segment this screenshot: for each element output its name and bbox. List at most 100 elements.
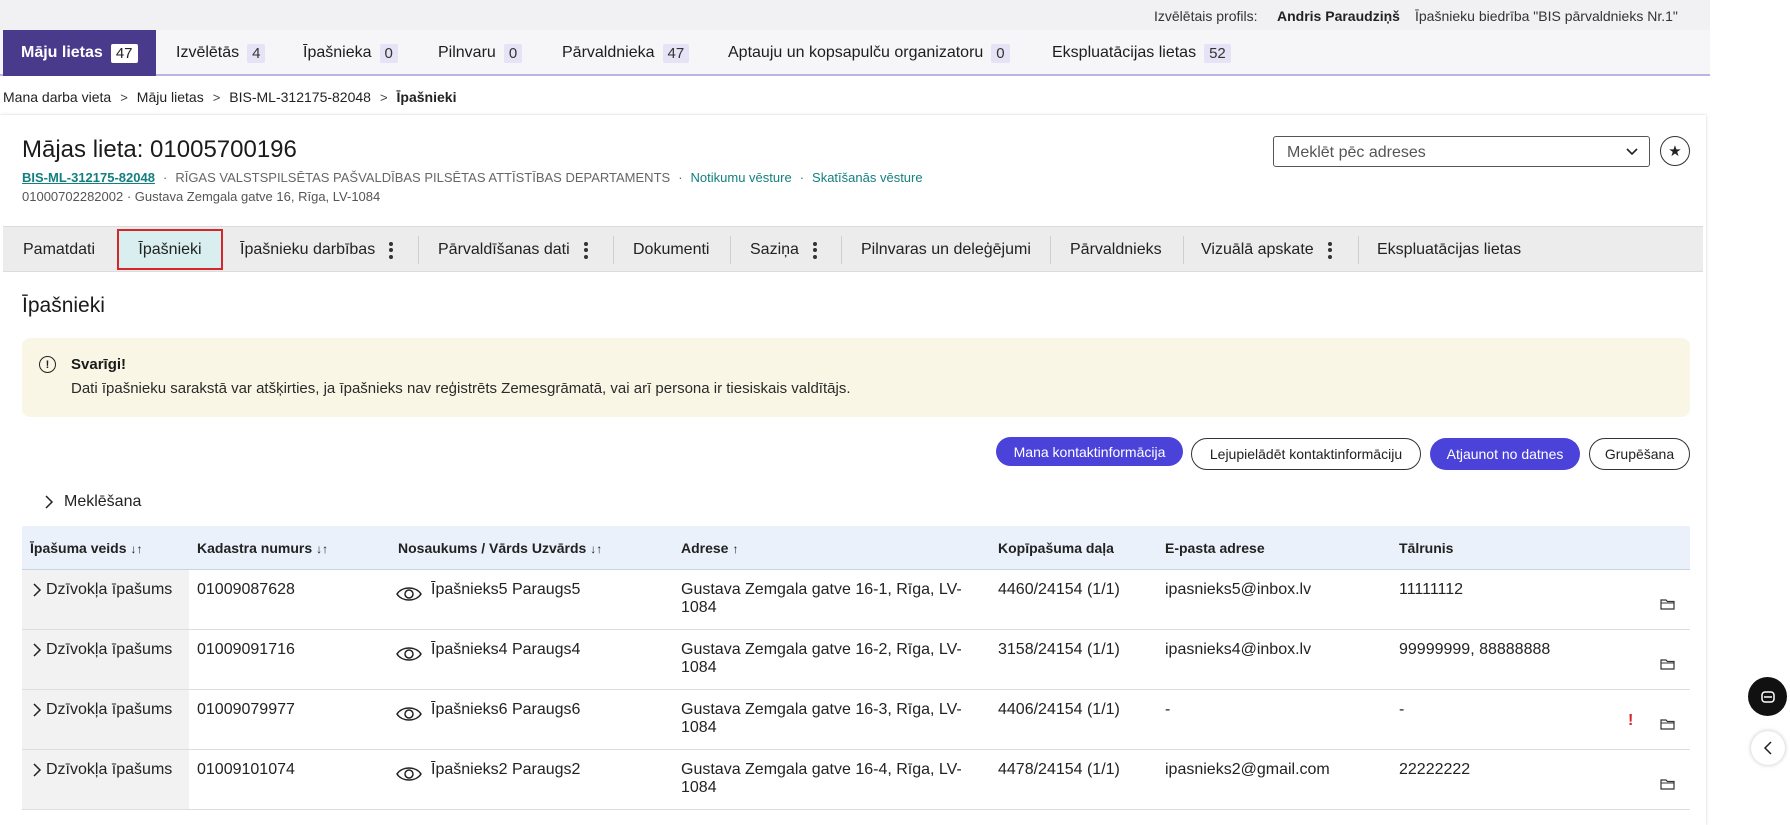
column-header-address[interactable]: Adrese ↑ xyxy=(681,540,738,556)
cell-name: Īpašnieks4 Paraugs4 xyxy=(431,641,581,658)
separator-dot: · xyxy=(799,170,805,185)
tab-parvaldisanas-dati[interactable]: Pārvaldīšanas dati xyxy=(438,227,588,273)
tab-label: Pilnvaras un deleģējumi xyxy=(861,241,1031,258)
owners-table: Īpašuma veids ↓↑ Kadastra numurs ↓↑ Nosauk… xyxy=(22,526,1690,810)
collapse-panel-button[interactable] xyxy=(1751,731,1785,765)
breadcrumb-item[interactable]: BIS-ML-312175-82048 xyxy=(229,89,371,105)
column-header-share: Kopīpašuma daļa xyxy=(998,540,1114,556)
row-type-cell xyxy=(22,690,189,749)
count-badge: 0 xyxy=(991,43,1010,63)
main-tabs: Māju lietas 47 Izvēlētās 4 Īpašnieka 0 P… xyxy=(0,30,1710,76)
folder-icon[interactable] xyxy=(1660,598,1675,610)
grouping-button[interactable]: Grupēšana xyxy=(1589,438,1690,470)
warning-icon[interactable]: ! xyxy=(1628,712,1633,730)
main-tab-ekspluatacijas-lietas[interactable]: Ekspluatācijas lietas 52 xyxy=(1052,30,1231,76)
main-tab-parvaldnieka[interactable]: Pārvaldnieka 47 xyxy=(562,30,690,76)
tab-ipasnieki[interactable]: Īpašnieki xyxy=(117,229,223,270)
cell-address: Gustava Zemgala gatve 16-1, Rīga, LV-108… xyxy=(681,581,962,616)
more-options-icon[interactable] xyxy=(812,241,817,259)
more-options-icon[interactable] xyxy=(389,241,394,259)
sort-icon[interactable]: ↓↑ xyxy=(131,542,143,556)
breadcrumb-item[interactable]: Māju lietas xyxy=(137,89,204,105)
main-tab-pilnvaru[interactable]: Pilnvaru 0 xyxy=(438,30,523,76)
breadcrumb-current: Īpašnieki xyxy=(396,89,457,105)
tab-sazina[interactable]: Saziņa xyxy=(750,227,817,273)
chevron-right-icon[interactable] xyxy=(32,703,42,717)
chevron-right-icon[interactable] xyxy=(32,763,42,777)
table-row[interactable]: Dzīvokļa īpašums 01009091716 Īpašnieks4 … xyxy=(22,630,1690,690)
tab-pilnvaras[interactable]: Pilnvaras un deleģējumi xyxy=(861,227,1031,273)
chatbot-button[interactable] xyxy=(1748,677,1787,716)
folder-icon[interactable] xyxy=(1660,658,1675,670)
more-options-icon[interactable] xyxy=(1327,241,1332,259)
tab-parvaldnieks[interactable]: Pārvaldnieks xyxy=(1070,227,1162,273)
case-location: 01000702282002 · Gustava Zemgala gatve 1… xyxy=(22,189,381,204)
cell-address: Gustava Zemgala gatve 16-3, Rīga, LV-108… xyxy=(681,701,962,736)
main-tab-maju-lietas[interactable]: Māju lietas 47 xyxy=(3,30,156,76)
tab-vizuala-apskate[interactable]: Vizuālā apskate xyxy=(1201,227,1332,273)
views-history-link[interactable]: Skatīšanās vēsture xyxy=(812,170,923,185)
eye-icon[interactable] xyxy=(396,765,422,783)
folder-icon[interactable] xyxy=(1660,778,1675,790)
count-badge: 0 xyxy=(503,43,523,63)
chevron-right-icon xyxy=(45,495,54,509)
tab-dokumenti[interactable]: Dokumenti xyxy=(633,227,709,273)
table-row[interactable]: Dzīvokļa īpašums 01009101074 Īpašnieks2 … xyxy=(22,750,1690,810)
tab-divider xyxy=(1183,236,1184,264)
alert-title: Svarīgi! xyxy=(71,356,127,373)
cell-email: ipasnieks2@gmail.com xyxy=(1165,761,1330,778)
eye-icon[interactable] xyxy=(396,585,422,603)
tab-ekspluatacijas-lietas[interactable]: Ekspluatācijas lietas xyxy=(1377,227,1521,273)
main-tab-label: Īpašnieka xyxy=(303,44,372,61)
eye-icon[interactable] xyxy=(396,705,422,723)
separator-dot: · xyxy=(678,170,683,185)
main-tab-izveletas[interactable]: Izvēlētās 4 xyxy=(176,30,266,76)
table-row[interactable]: Dzīvokļa īpašums 01009087628 Īpašnieks5 … xyxy=(22,570,1690,630)
profile-name[interactable]: Andris Paraudziņš xyxy=(1277,8,1400,24)
column-header-type[interactable]: Īpašuma veids ↓↑ xyxy=(30,540,143,556)
cell-share: 4406/24154 (1/1) xyxy=(998,701,1120,718)
main-tab-aptauju-organizatoru[interactable]: Aptauju un kopsapulču organizatoru 0 xyxy=(728,30,1010,76)
chevron-right-icon: > xyxy=(120,89,128,105)
cell-phone: 22222222 xyxy=(1399,761,1471,778)
sort-icon[interactable]: ↓↑ xyxy=(590,542,602,556)
main-tab-label: Pārvaldnieka xyxy=(562,44,655,61)
tab-label: Pārvaldnieks xyxy=(1070,241,1162,258)
folder-icon[interactable] xyxy=(1660,718,1675,730)
search-toggle-label: Meklēšana xyxy=(64,493,142,510)
events-history-link[interactable]: Notikumu vēsture xyxy=(691,170,792,185)
tab-ipasnieku-darbibas[interactable]: Īpašnieku darbības xyxy=(240,227,394,273)
count-badge: 4 xyxy=(247,43,266,63)
update-from-file-button[interactable]: Atjaunot no datnes xyxy=(1430,438,1580,470)
column-header-cadastre[interactable]: Kadastra numurs ↓↑ xyxy=(197,540,328,556)
tab-divider xyxy=(418,236,419,264)
cell-type: Dzīvokļa īpašums xyxy=(46,581,173,598)
breadcrumb-item[interactable]: Mana darba vieta xyxy=(3,89,111,105)
tab-divider xyxy=(1358,236,1359,264)
sort-icon[interactable]: ↓↑ xyxy=(316,542,328,556)
tab-label: Īpašnieku darbības xyxy=(240,241,376,258)
profile-org[interactable]: Īpašnieku biedrība "BIS pārvaldnieks Nr.… xyxy=(1415,8,1678,24)
main-tab-label: Ekspluatācijas lietas xyxy=(1052,44,1197,61)
tab-pamatdati[interactable]: Pamatdati xyxy=(23,227,95,273)
address-search-select[interactable]: Meklēt pēc adreses xyxy=(1273,136,1650,167)
table-row[interactable]: Dzīvokļa īpašums 01009079977 Īpašnieks6 … xyxy=(22,690,1690,750)
cell-cadastre: 01009079977 xyxy=(197,701,295,718)
download-contact-info-button[interactable]: Lejupielādēt kontaktinformāciju xyxy=(1191,438,1421,470)
column-header-name[interactable]: Nosaukums / Vārds Uzvārds ↓↑ xyxy=(398,540,602,556)
favorite-star-button[interactable]: ★ xyxy=(1660,136,1690,166)
chevron-right-icon[interactable] xyxy=(32,643,42,657)
search-toggle[interactable]: Meklēšana xyxy=(44,493,141,511)
more-options-icon[interactable] xyxy=(583,241,588,259)
case-id-link[interactable]: BIS-ML-312175-82048 xyxy=(22,170,155,185)
star-icon: ★ xyxy=(1668,143,1682,160)
count-badge: 47 xyxy=(662,43,690,63)
main-tab-ipasnieka[interactable]: Īpašnieka 0 xyxy=(303,30,398,76)
chevron-right-icon[interactable] xyxy=(32,583,42,597)
profile-label: Izvēlētais profils: xyxy=(1154,8,1258,24)
my-contact-info-button[interactable]: Mana kontaktinformācija xyxy=(996,437,1183,466)
chevron-down-icon xyxy=(1626,148,1638,156)
eye-icon[interactable] xyxy=(396,645,422,663)
sort-icon[interactable]: ↑ xyxy=(732,542,738,556)
cell-email: - xyxy=(1165,701,1171,718)
